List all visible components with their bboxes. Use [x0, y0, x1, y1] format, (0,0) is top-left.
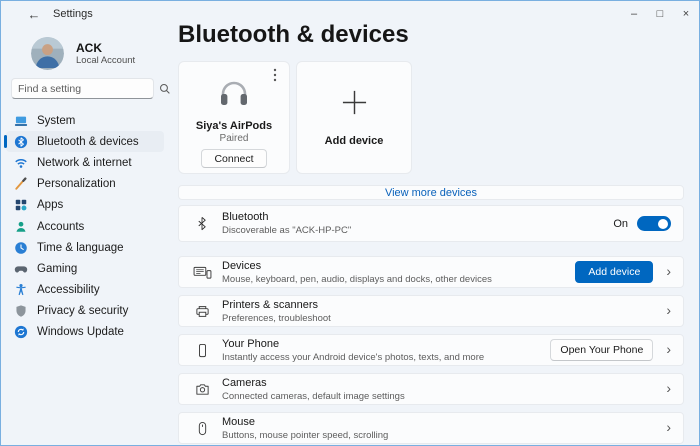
- search-icon: [159, 83, 171, 95]
- account-name: ACK: [76, 41, 102, 55]
- window-controls: – □ ×: [621, 1, 699, 26]
- gaming-icon: [14, 262, 28, 276]
- sidebar-nav: System Bluetooth & devices Network & int…: [4, 110, 164, 343]
- bluetooth-row[interactable]: Bluetooth Discoverable as "ACK-HP-PC" On: [178, 205, 684, 242]
- bluetooth-icon: [14, 135, 28, 149]
- connect-button[interactable]: Connect: [201, 149, 267, 168]
- windows-update-icon: [14, 325, 28, 339]
- sidebar-item-network-internet[interactable]: Network & internet: [6, 152, 164, 173]
- add-device-button[interactable]: Add device: [575, 261, 654, 283]
- avatar: [31, 37, 64, 70]
- mouse-row[interactable]: Mouse Buttons, mouse pointer speed, scro…: [178, 412, 684, 444]
- camera-icon: [191, 382, 213, 397]
- device-name: Siya's AirPods: [195, 120, 273, 132]
- toggle-state-label: On: [613, 217, 628, 230]
- view-more-devices-link[interactable]: View more devices: [178, 185, 684, 200]
- account-type: Local Account: [76, 55, 136, 66]
- printers-scanners-row[interactable]: Printers & scanners Preferences, trouble…: [178, 295, 684, 327]
- bluetooth-toggle[interactable]: [637, 216, 671, 231]
- search-input[interactable]: [12, 82, 159, 95]
- time-language-icon: [14, 241, 28, 255]
- search-box: [11, 78, 170, 99]
- mouse-icon: [191, 421, 213, 436]
- apps-icon: [14, 198, 28, 212]
- devices-row[interactable]: Devices Mouse, keyboard, pen, audio, dis…: [178, 256, 684, 288]
- sidebar-item-accessibility[interactable]: Accessibility: [6, 280, 164, 301]
- devices-icon: [191, 265, 213, 280]
- chevron-right-icon: ›: [666, 302, 671, 318]
- network-icon: [14, 156, 28, 170]
- chevron-right-icon: ›: [666, 419, 671, 435]
- sidebar-item-system[interactable]: System: [6, 110, 164, 131]
- account-header: ACK Local Account: [31, 37, 135, 70]
- headphones-icon: [217, 79, 251, 114]
- minimize-button[interactable]: –: [621, 1, 647, 26]
- accounts-icon: [14, 220, 28, 234]
- sidebar-item-bluetooth-devices[interactable]: Bluetooth & devices: [4, 131, 164, 153]
- device-status: Paired: [219, 133, 249, 144]
- chevron-right-icon: ›: [666, 263, 671, 279]
- sidebar-item-time-language[interactable]: Time & language: [6, 237, 164, 258]
- page-title: Bluetooth & devices: [178, 21, 409, 48]
- plus-icon: [341, 89, 368, 121]
- sidebar-item-gaming[interactable]: Gaming: [6, 258, 164, 279]
- privacy-icon: [14, 304, 28, 318]
- printer-icon: [191, 304, 213, 319]
- chevron-right-icon: ›: [666, 341, 671, 357]
- cameras-row[interactable]: Cameras Connected cameras, default image…: [178, 373, 684, 405]
- sidebar: ACK Local Account System: [1, 27, 170, 445]
- add-device-label: Add device: [324, 134, 384, 147]
- your-phone-row[interactable]: Your Phone Instantly access your Android…: [178, 334, 684, 366]
- accessibility-icon: [14, 283, 28, 297]
- sidebar-item-privacy-security[interactable]: Privacy & security: [6, 301, 164, 322]
- sidebar-item-personalization[interactable]: Personalization: [6, 174, 164, 195]
- sidebar-item-windows-update[interactable]: Windows Update: [6, 322, 164, 343]
- app-title: Settings: [53, 8, 93, 20]
- sidebar-item-accounts[interactable]: Accounts: [6, 216, 164, 237]
- device-card: Siya's AirPods Paired Connect: [178, 61, 290, 174]
- settings-window: ← Settings – □ × ACK Local Account Find …: [0, 0, 700, 446]
- phone-icon: [191, 343, 213, 358]
- add-device-card[interactable]: Add device: [296, 61, 412, 174]
- personalization-icon: [14, 177, 28, 191]
- back-button[interactable]: ←: [23, 3, 45, 25]
- system-icon: [14, 114, 28, 128]
- close-button[interactable]: ×: [673, 1, 699, 26]
- maximize-button[interactable]: □: [647, 1, 673, 26]
- open-your-phone-button[interactable]: Open Your Phone: [550, 339, 654, 361]
- sidebar-item-apps[interactable]: Apps: [6, 195, 164, 216]
- chevron-right-icon: ›: [666, 380, 671, 396]
- bluetooth-glyph-icon: [191, 216, 213, 231]
